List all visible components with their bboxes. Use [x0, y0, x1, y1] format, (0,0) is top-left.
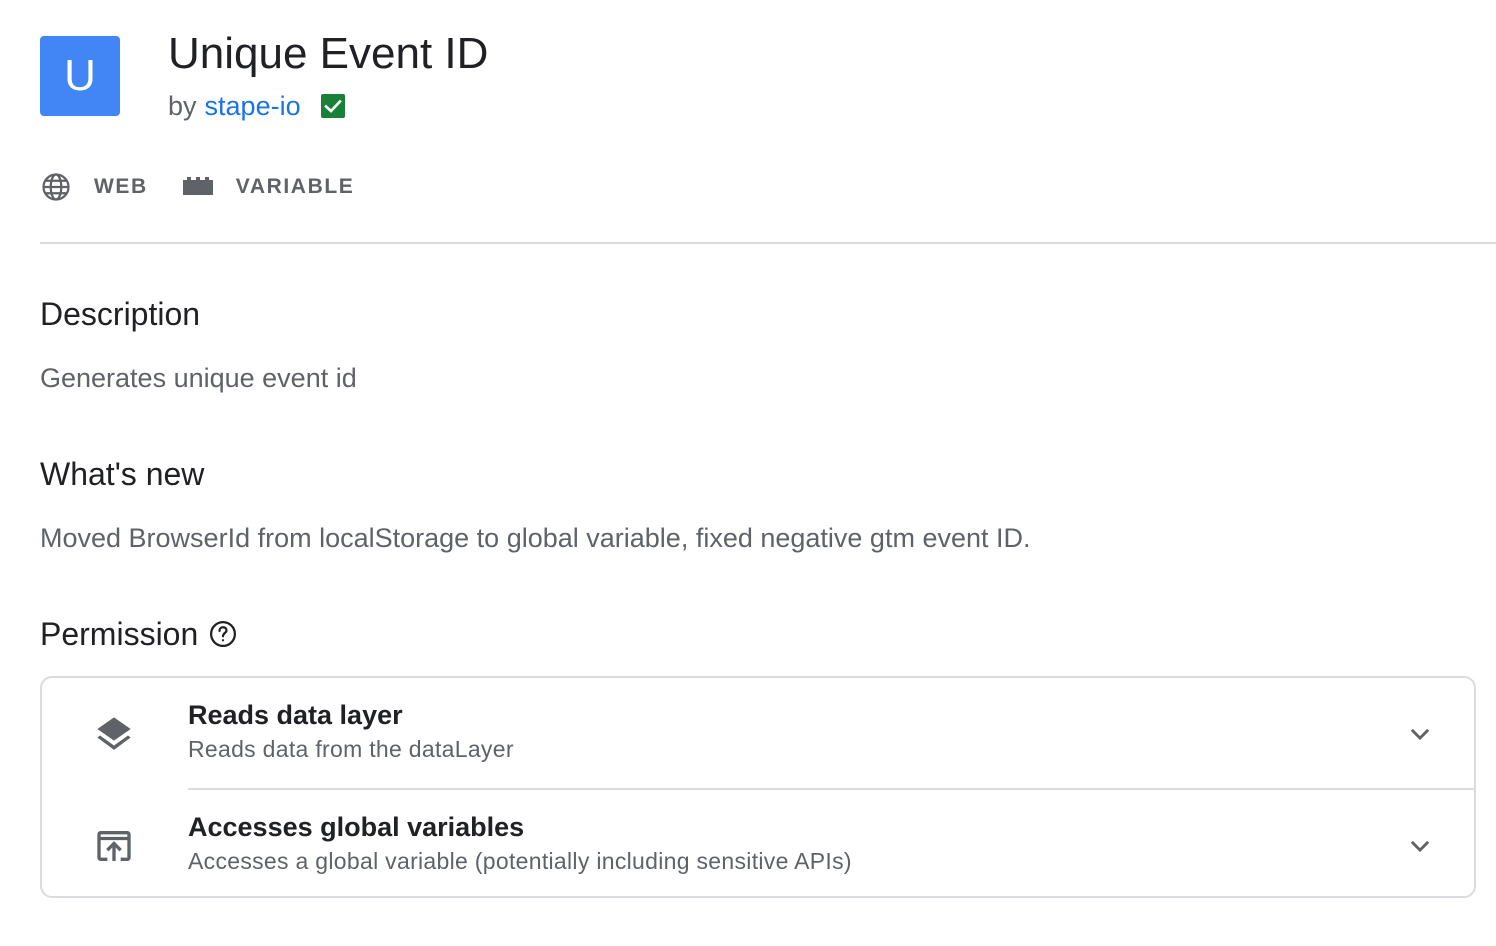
tag-label-web: WEB [94, 175, 148, 198]
tag-web: WEB [40, 171, 148, 203]
permission-heading-row: Permission [40, 614, 238, 654]
author-link[interactable]: stape-io [205, 88, 301, 124]
layers-icon [92, 712, 136, 756]
globe-icon [40, 171, 72, 203]
template-tags: WEB VARIABLE [40, 170, 388, 204]
permission-list: Reads data layer Reads data from the dat… [40, 676, 1476, 898]
permission-item-reads-data-layer[interactable]: Reads data layer Reads data from the dat… [42, 678, 1474, 788]
chevron-down-icon[interactable] [1404, 718, 1436, 750]
open-in-browser-icon [92, 824, 136, 868]
tag-variable: VARIABLE [182, 171, 355, 203]
description-heading: Description [40, 296, 201, 332]
description-text: Generates unique event id [40, 363, 357, 393]
template-logo: U [40, 36, 120, 116]
permission-heading: Permission [40, 616, 199, 652]
permission-description: Accesses a global variable (potentially … [188, 848, 852, 874]
verified-check-icon [320, 94, 345, 118]
page-title: Unique Event ID [168, 29, 489, 78]
permission-title: Accesses global variables [188, 812, 525, 842]
permission-description: Reads data from the dataLayer [188, 736, 514, 762]
permission-title: Reads data layer [188, 700, 403, 730]
variable-block-icon [182, 171, 214, 203]
permission-item-accesses-global-variables[interactable]: Accesses global variables Accesses a glo… [42, 790, 1474, 896]
tag-label-variable: VARIABLE [235, 175, 355, 198]
by-prefix: by [168, 91, 197, 121]
chevron-down-icon[interactable] [1404, 830, 1436, 862]
whats-new-heading: What's new [40, 456, 205, 492]
logo-letter: U [64, 51, 96, 100]
help-circle-icon[interactable] [208, 619, 238, 649]
header-divider [40, 242, 1496, 244]
byline: by stape-io [168, 88, 345, 124]
whats-new-text: Moved BrowserId from localStorage to glo… [40, 523, 1031, 553]
template-details-page: U Unique Event ID by stape-io WEB VARIAB… [0, 0, 1496, 946]
